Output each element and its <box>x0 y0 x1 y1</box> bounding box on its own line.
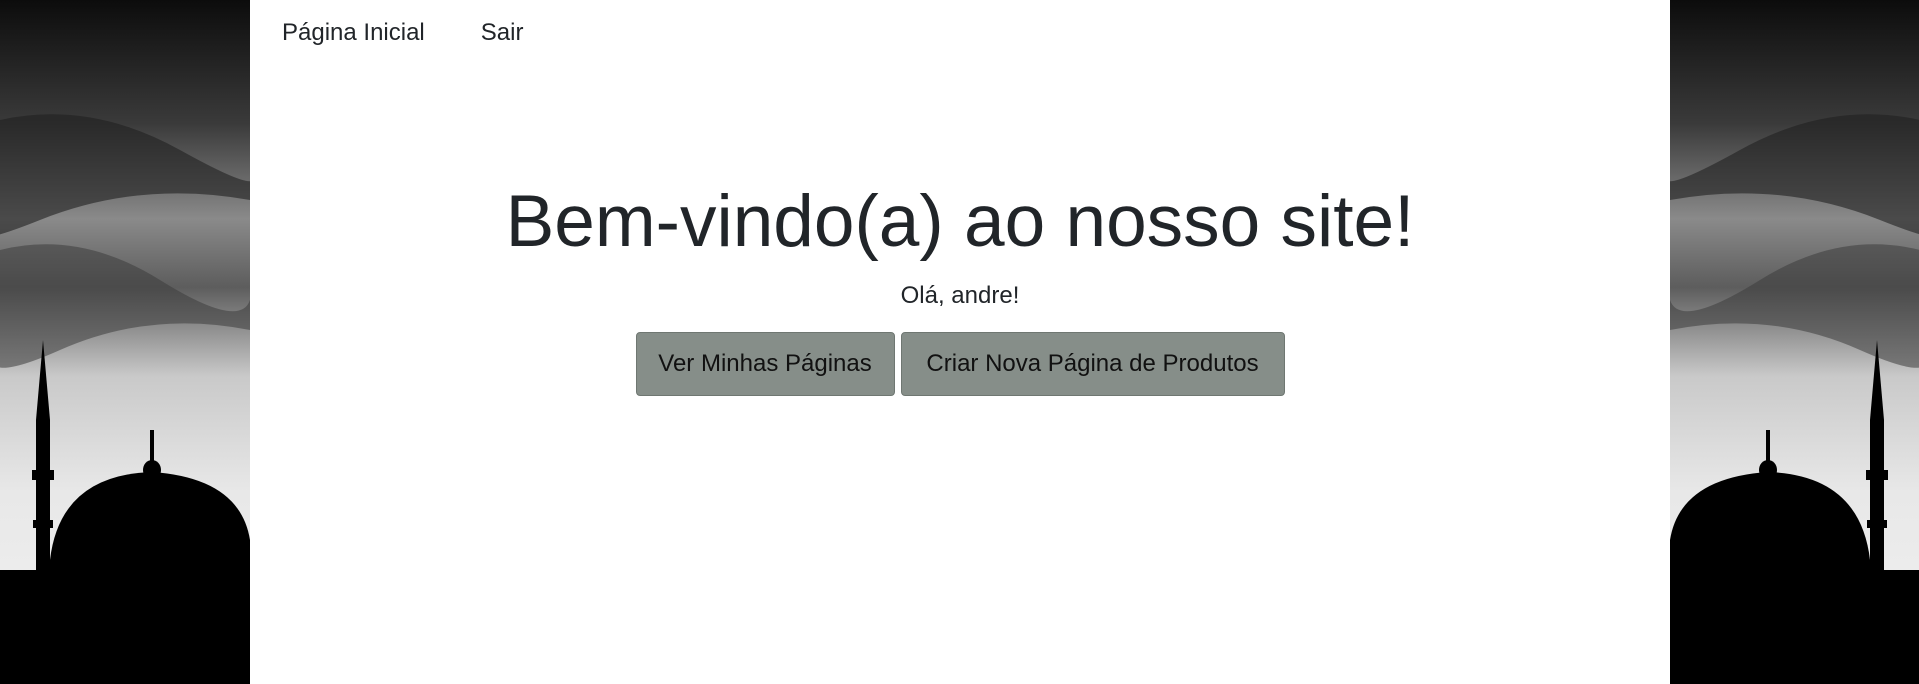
nav-link-home[interactable]: Página Inicial <box>282 21 425 45</box>
main-content: Página Inicial Sair Bem-vindo(a) ao noss… <box>250 0 1670 684</box>
nav-link-logout[interactable]: Sair <box>481 21 524 45</box>
view-my-pages-button[interactable]: Ver Minhas Páginas <box>635 332 895 396</box>
page: Página Inicial Sair Bem-vindo(a) ao noss… <box>0 0 1919 684</box>
hero-section: Bem-vindo(a) ao nosso site! Olá, andre! … <box>250 178 1670 396</box>
mosque-silhouette-background-left <box>0 0 250 684</box>
create-product-page-button[interactable]: Criar Nova Página de Produtos <box>900 332 1285 396</box>
navbar: Página Inicial Sair <box>250 0 1670 66</box>
user-greeting: Olá, andre! <box>900 282 1020 309</box>
page-title: Bem-vindo(a) ao nosso site! <box>505 181 1415 262</box>
mosque-silhouette-background-right <box>1670 0 1919 684</box>
action-buttons: Ver Minhas Páginas Criar Nova Página de … <box>250 332 1670 396</box>
mosque-silhouette-icon <box>1670 0 1919 684</box>
mosque-silhouette-icon <box>0 0 250 684</box>
